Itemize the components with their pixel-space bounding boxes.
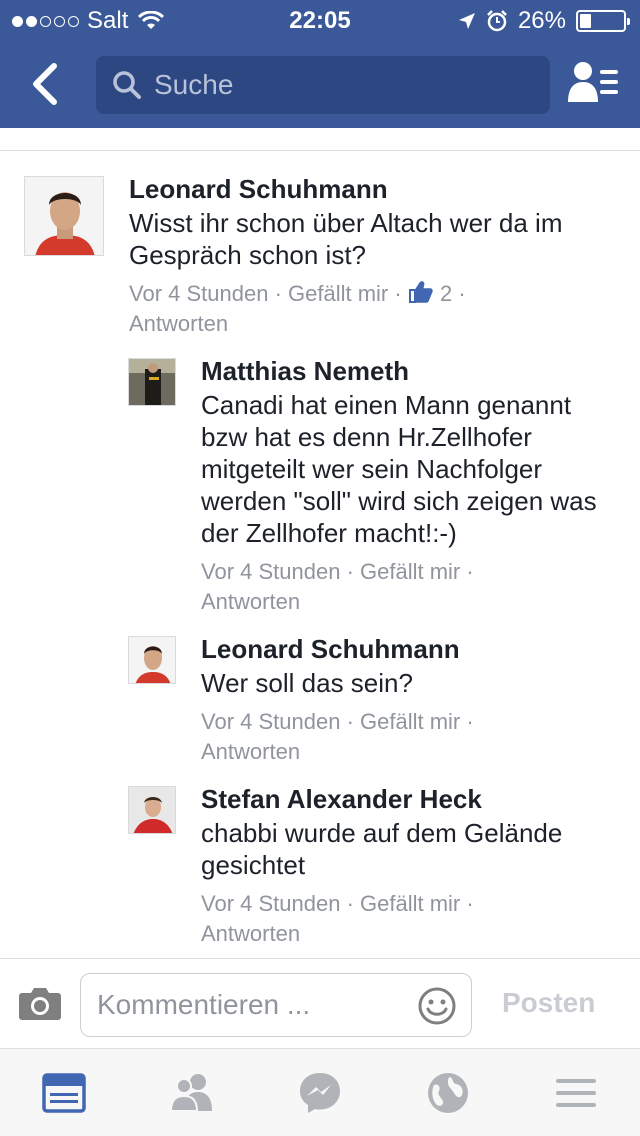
comment-text: Wisst ihr schon über Altach wer da im Ge… <box>129 208 563 270</box>
avatar[interactable] <box>128 786 176 834</box>
comment-timestamp: Vor 4 Stunden <box>201 709 341 734</box>
menu-icon[interactable] <box>552 1071 600 1115</box>
back-arrow-icon[interactable] <box>24 58 68 110</box>
like-count[interactable]: 2 <box>440 281 452 306</box>
like-link[interactable]: Gefällt mir <box>360 559 460 584</box>
emoji-smiley-icon[interactable] <box>417 986 457 1026</box>
friends-icon[interactable] <box>168 1071 216 1115</box>
reply-link[interactable]: Antworten <box>201 921 300 946</box>
like-link[interactable]: Gefällt mir <box>360 891 460 916</box>
avatar-photo <box>129 787 175 833</box>
battery-icon <box>576 10 630 32</box>
search-bar[interactable] <box>96 56 550 114</box>
comment-author[interactable]: Stefan Alexander Heck <box>201 784 482 815</box>
reply-link[interactable]: Antworten <box>201 739 300 764</box>
reply-link[interactable]: Antworten <box>201 589 300 614</box>
comment-author[interactable]: Leonard Schuhmann <box>129 174 388 205</box>
avatar[interactable] <box>128 636 176 684</box>
bottom-tab-bar <box>0 1048 640 1136</box>
globe-icon[interactable] <box>424 1071 472 1115</box>
like-link[interactable]: Gefällt mir <box>288 281 388 306</box>
avatar-photo <box>129 637 175 683</box>
comment-author[interactable]: Leonard Schuhmann <box>201 634 460 665</box>
avatar-photo <box>25 177 103 255</box>
search-input[interactable] <box>154 69 514 101</box>
status-right: 26% <box>458 7 630 35</box>
avatar[interactable] <box>24 176 104 256</box>
avatar[interactable] <box>128 358 176 406</box>
comment-composer: Posten <box>0 958 640 1048</box>
location-arrow-icon <box>458 13 475 29</box>
search-icon <box>113 71 141 99</box>
alarm-clock-icon <box>487 10 507 32</box>
status-bar: Salt 22:05 26% <box>0 0 640 40</box>
comment-author[interactable]: Matthias Nemeth <box>201 356 409 387</box>
comment-input[interactable] <box>97 989 397 1021</box>
like-link[interactable]: Gefällt mir <box>360 709 460 734</box>
comment-meta: Vor 4 Stunden · Gefällt mir · Antworten <box>201 559 474 614</box>
comment-text: Wer soll das sein? <box>201 668 413 698</box>
comment-input-box[interactable] <box>80 973 472 1037</box>
thumbs-up-icon <box>408 281 433 303</box>
messenger-icon[interactable] <box>296 1071 344 1115</box>
post-button[interactable]: Posten <box>502 987 595 1019</box>
battery-level <box>580 14 591 28</box>
comment-text: Canadi hat einen Mann genannt bzw hat es… <box>201 390 597 548</box>
comment-text: chabbi wurde auf dem Gelände gesichtet <box>201 818 563 880</box>
avatar-photo <box>129 359 175 405</box>
comment-timestamp: Vor 4 Stunden <box>129 281 269 306</box>
friend-requests-icon[interactable] <box>566 60 620 108</box>
comment-timestamp: Vor 4 Stunden <box>201 891 341 916</box>
comment-meta: Vor 4 Stunden · Gefällt mir · 2 · Antwor… <box>129 281 466 336</box>
divider <box>0 150 640 151</box>
comment-timestamp: Vor 4 Stunden <box>201 559 341 584</box>
top-navigation-bar: Salt 22:05 26% <box>0 0 640 128</box>
comment-meta: Vor 4 Stunden · Gefällt mir · Antworten <box>201 709 474 764</box>
news-feed-icon[interactable] <box>40 1071 88 1115</box>
reply-link[interactable]: Antworten <box>129 311 228 336</box>
comment-meta: Vor 4 Stunden · Gefällt mir · Antworten <box>201 891 474 946</box>
battery-percent: 26% <box>517 7 566 34</box>
camera-icon[interactable] <box>18 985 62 1021</box>
